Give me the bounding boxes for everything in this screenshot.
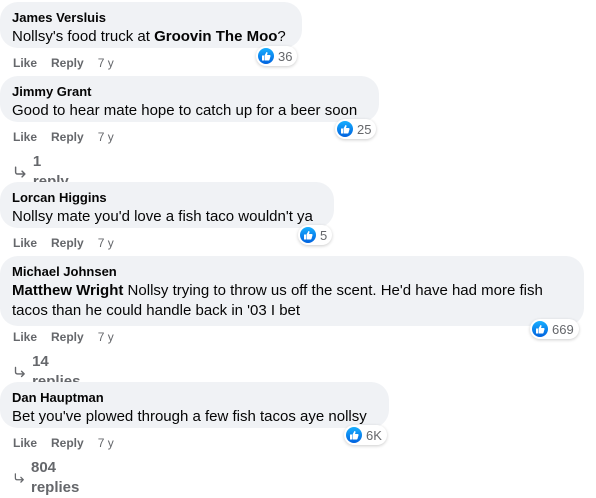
comment-age: 7 y (97, 330, 114, 344)
comment-text-end: ? (277, 28, 286, 45)
comment-text: Nollsy's food truck at Groovin The Moo? (12, 27, 290, 47)
comment-bubble: Jimmy Grant Good to hear mate hope to ca… (0, 76, 379, 122)
reaction-count[interactable]: 669 (530, 319, 579, 339)
comment-bubble: James Versluis Nollsy's food truck at Gr… (0, 2, 302, 48)
comment-author[interactable]: Lorcan Higgins (12, 190, 322, 206)
comment-age: 7 y (97, 436, 114, 450)
comment-text: Good to hear mate hope to catch up for a… (12, 102, 358, 119)
reply-button[interactable]: Reply (51, 236, 84, 250)
comment-bubble: Michael Johnsen Matthew Wright Nollsy tr… (0, 256, 584, 326)
thumbs-up-icon (300, 227, 316, 243)
reaction-number: 36 (278, 48, 293, 64)
thumbs-up-icon (337, 121, 353, 137)
reply-button[interactable]: Reply (51, 330, 84, 344)
like-button[interactable]: Like (13, 56, 37, 70)
thumbs-up-icon (532, 321, 548, 337)
like-button[interactable]: Like (13, 436, 37, 450)
reaction-number: 25 (357, 121, 372, 137)
comment-actions: Like Reply 7 y (13, 329, 128, 345)
comment-text-part: Nollsy's food truck at (12, 28, 155, 45)
comment-actions: Like Reply 7 y (13, 435, 128, 451)
thumbs-up-icon (346, 427, 362, 443)
reaction-number: 5 (320, 227, 328, 243)
reaction-count[interactable]: 6K (344, 425, 387, 445)
reaction-number: 6K (366, 427, 382, 443)
comment-text: Nollsy mate you'd love a fish taco would… (12, 208, 313, 225)
thumbs-up-icon (258, 48, 274, 64)
comment-bubble: Lorcan Higgins Nollsy mate you'd love a … (0, 182, 334, 228)
comment-age: 7 y (97, 236, 114, 250)
comment-text: Matthew Wright Nollsy trying to throw us… (12, 281, 572, 321)
like-button[interactable]: Like (13, 130, 37, 144)
reply-button[interactable]: Reply (51, 130, 84, 144)
tagged-user-link[interactable]: Matthew Wright (12, 282, 123, 299)
comment-age: 7 y (97, 130, 114, 144)
comment-text: Bet you've plowed through a few fish tac… (12, 408, 367, 425)
comment-actions: Like Reply 7 y (13, 129, 128, 145)
reply-button[interactable]: Reply (51, 56, 84, 70)
reply-arrow-icon (14, 366, 25, 378)
like-button[interactable]: Like (13, 330, 37, 344)
comment-author[interactable]: James Versluis (12, 10, 290, 26)
comment-actions: Like Reply 7 y (13, 235, 128, 251)
reaction-count[interactable]: 5 (298, 225, 333, 245)
reaction-count[interactable]: 36 (256, 46, 298, 66)
comment-text-bold: Groovin The Moo (154, 28, 278, 45)
comment-actions: Like Reply 7 y (13, 55, 128, 71)
comment-age: 7 y (97, 56, 114, 70)
reply-arrow-icon (14, 166, 26, 178)
like-button[interactable]: Like (13, 236, 37, 250)
reaction-number: 669 (552, 321, 574, 337)
replies-label: 804 replies (31, 459, 80, 496)
comment-author[interactable]: Dan Hauptman (12, 390, 377, 406)
reaction-count[interactable]: 25 (335, 119, 377, 139)
reply-arrow-icon (14, 473, 24, 483)
reply-button[interactable]: Reply (51, 436, 84, 450)
comment-bubble: Dan Hauptman Bet you've plowed through a… (0, 382, 389, 428)
view-replies-button[interactable]: 804 replies (14, 458, 84, 498)
comment-author[interactable]: Jimmy Grant (12, 84, 367, 100)
comment-author[interactable]: Michael Johnsen (12, 264, 572, 280)
